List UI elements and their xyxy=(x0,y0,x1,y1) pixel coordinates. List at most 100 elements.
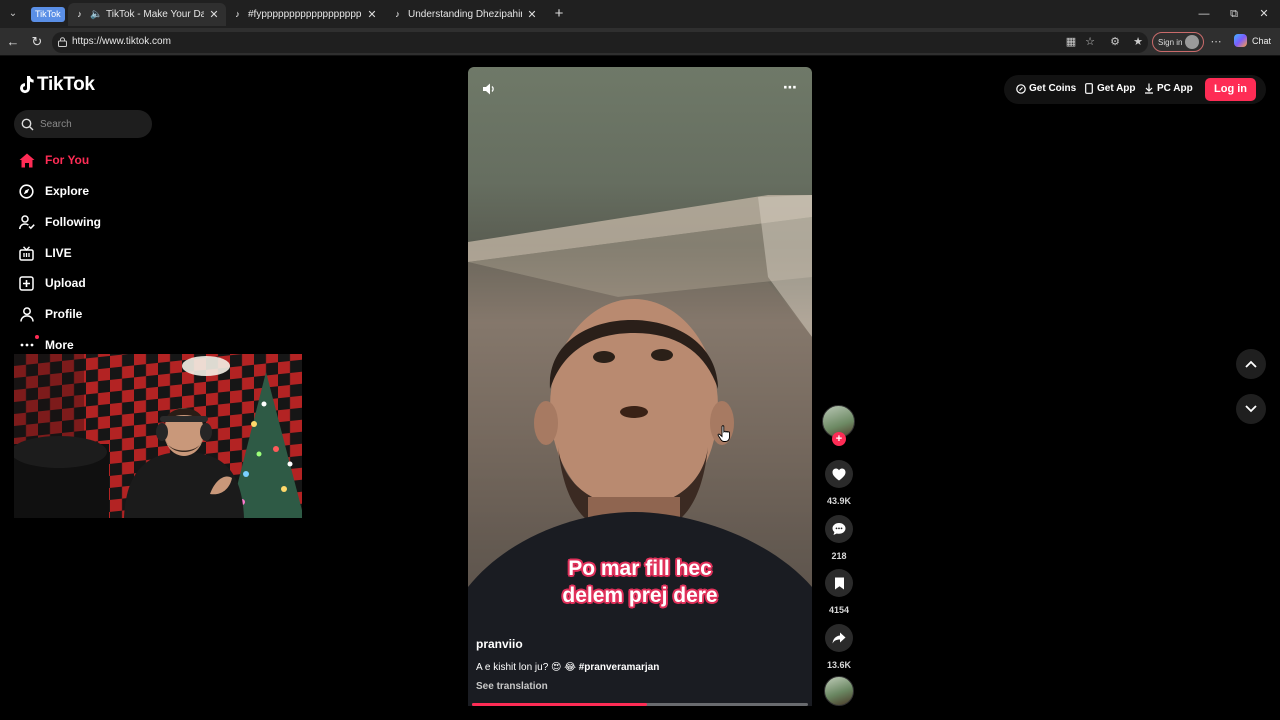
hashtag-link[interactable]: #pranveramarjan xyxy=(579,662,660,673)
share-button[interactable] xyxy=(825,624,853,652)
comment-count: 218 xyxy=(831,551,847,561)
following-icon xyxy=(18,214,35,231)
tiktok-icon: ♪ xyxy=(395,9,400,19)
nav-label: Following xyxy=(45,215,101,229)
nav-following[interactable]: Following xyxy=(18,212,101,232)
description-text: A e kishit lon ju? 😍 😂 xyxy=(476,662,579,673)
home-icon xyxy=(18,152,35,169)
share-count: 13.6K xyxy=(826,660,852,670)
tab-title: TikTok - Make Your Day xyxy=(106,9,204,20)
tiktok-icon: ♪ xyxy=(235,9,240,19)
caption-line: delem prej dere xyxy=(562,584,718,607)
copilot-chat-button[interactable]: Chat xyxy=(1234,34,1271,47)
close-icon[interactable]: ✕ xyxy=(366,8,378,21)
like-count: 43.9K xyxy=(826,496,852,506)
nav-label: Profile xyxy=(45,307,83,321)
nav-label: Upload xyxy=(45,276,86,290)
sign-in-label: Sign in xyxy=(1158,37,1183,47)
see-translation-link[interactable]: See translation xyxy=(476,681,548,692)
video-author[interactable]: pranviio xyxy=(476,637,523,651)
minimize-icon[interactable]: — xyxy=(1194,4,1214,24)
video-progress-bar[interactable] xyxy=(472,703,808,706)
webcam-image xyxy=(14,354,302,518)
download-icon xyxy=(1143,83,1154,94)
profile-icon xyxy=(18,306,35,323)
next-video-button[interactable] xyxy=(1236,394,1266,424)
tiktok-logo[interactable]: TikTok xyxy=(18,74,95,96)
like-button[interactable] xyxy=(825,460,853,488)
video-options-icon[interactable]: ⋯ xyxy=(783,79,798,96)
get-coins-button[interactable]: Get Coins xyxy=(1015,83,1076,94)
reload-icon[interactable]: ↻ xyxy=(28,33,46,51)
nav-live[interactable]: LIVE xyxy=(18,243,72,263)
live-icon xyxy=(18,245,35,262)
previous-video-button[interactable] xyxy=(1236,349,1266,379)
sound-avatar[interactable] xyxy=(824,676,854,706)
nav-label: More xyxy=(45,338,74,352)
nav-label: Explore xyxy=(45,184,90,198)
more-menu-icon[interactable]: ⋯ xyxy=(1209,35,1223,49)
search-icon xyxy=(21,118,34,130)
new-tab-button[interactable]: + xyxy=(551,5,567,23)
tab-understanding-lyrics[interactable]: ♪ Understanding Dhezipahiri Lyrics: A ✕ xyxy=(386,3,544,26)
favorite-star-icon[interactable]: ☆ xyxy=(1083,35,1097,49)
extensions-icon[interactable]: ⚙ xyxy=(1108,35,1122,49)
video-description: A e kishit lon ju? 😍 😂 #pranveramarjan xyxy=(476,662,659,673)
volume-icon[interactable] xyxy=(481,81,497,97)
close-icon[interactable]: ✕ xyxy=(526,8,538,21)
nav-upload[interactable]: Upload xyxy=(18,273,86,293)
heart-icon xyxy=(832,468,846,480)
webcam-overlay xyxy=(14,354,302,518)
search-box[interactable] xyxy=(14,110,152,138)
url-field[interactable]: https://www.tiktok.com xyxy=(52,32,1148,53)
nav-more[interactable]: More xyxy=(18,334,74,355)
tab-list-button[interactable]: ⌄ xyxy=(4,5,22,23)
nav-label: LIVE xyxy=(45,246,72,260)
nav-profile[interactable]: Profile xyxy=(18,304,82,324)
phone-icon xyxy=(1083,83,1094,94)
favorites-icon[interactable]: ★ xyxy=(1131,35,1145,49)
follow-plus-icon[interactable]: + xyxy=(832,432,846,446)
comment-button[interactable] xyxy=(825,515,853,543)
tab-title: Understanding Dhezipahiri Lyrics: A xyxy=(408,9,522,20)
get-app-button[interactable]: Get App xyxy=(1083,83,1136,94)
speaker-icon[interactable]: 🔈 xyxy=(90,9,102,20)
tab-title: #fypppppppppppppppppppppp xyxy=(248,9,362,20)
get-coins-label: Get Coins xyxy=(1029,83,1077,94)
nav-for-you[interactable]: For You xyxy=(18,150,89,170)
sign-in-button[interactable]: Sign in xyxy=(1152,32,1204,52)
hand-cursor-icon xyxy=(717,425,730,442)
chevron-up-icon xyxy=(1245,360,1257,368)
video-progress-fill xyxy=(472,703,647,706)
pc-app-button[interactable]: PC App xyxy=(1143,83,1193,94)
tiktok-wordmark: TikTok xyxy=(37,74,95,95)
login-button[interactable]: Log in xyxy=(1205,78,1256,101)
pc-app-label: PC App xyxy=(1157,83,1193,94)
notification-dot xyxy=(35,334,39,339)
video-caption: Po mar fill hec delem prej dere xyxy=(468,555,812,609)
save-button[interactable] xyxy=(825,569,853,597)
url-text: https://www.tiktok.com xyxy=(72,36,171,47)
app-available-icon[interactable]: ▦ xyxy=(1064,35,1078,49)
save-count: 4154 xyxy=(828,605,850,615)
back-icon[interactable]: ← xyxy=(4,33,22,51)
video-player[interactable]: ⋯ Po mar fill hec delem prej dere pranvi… xyxy=(468,67,812,706)
nav-label: For You xyxy=(45,153,90,167)
close-window-icon[interactable]: ✕ xyxy=(1254,4,1274,24)
lock-icon xyxy=(58,37,67,47)
tab-fyp[interactable]: ♪ #fypppppppppppppppppppppp ✕ xyxy=(226,3,384,26)
close-icon[interactable]: ✕ xyxy=(208,8,220,21)
avatar-icon xyxy=(1185,35,1200,49)
tab-tiktok-make-your-day[interactable]: ♪ 🔈 TikTok - Make Your Day ✕ xyxy=(68,3,226,26)
search-input[interactable] xyxy=(40,118,140,130)
tab-group-chip[interactable]: TikTok xyxy=(31,7,65,22)
chevron-down-icon xyxy=(1245,405,1257,413)
coin-icon xyxy=(1015,83,1026,94)
tiktok-note-icon xyxy=(20,76,34,94)
share-icon xyxy=(832,632,846,644)
nav-explore[interactable]: Explore xyxy=(18,181,89,201)
restore-icon[interactable]: ⧉ xyxy=(1224,4,1244,24)
upload-icon xyxy=(18,275,35,292)
browser-tab-bar: ⌄ TikTok ♪ 🔈 TikTok - Make Your Day ✕ ♪ … xyxy=(0,0,1280,28)
bookmark-icon xyxy=(834,577,844,589)
